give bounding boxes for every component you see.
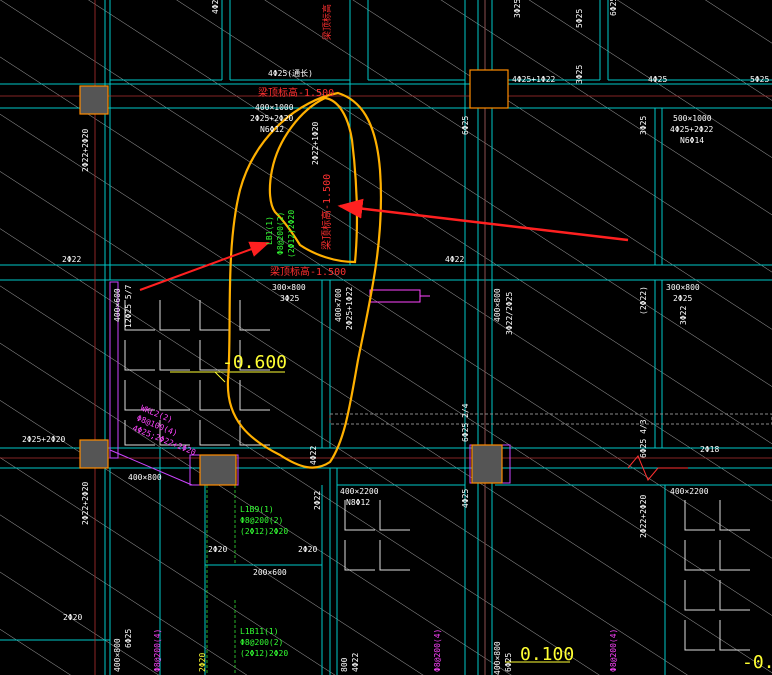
elev-label-vert-top: 梁顶标高: [321, 4, 333, 40]
label-s-2p25: 2Φ25: [673, 294, 692, 303]
label-r-n6p14: N6Φ14: [680, 136, 704, 145]
label-top-5p25: 5Φ25: [750, 75, 769, 84]
label-b-6p25b: 6Φ25: [124, 629, 133, 648]
label-r-rebar: 4Φ25+2Φ22: [670, 125, 714, 134]
label-b-2p25-2p20: 2Φ25+2Φ20: [22, 435, 66, 444]
label-left-2p22-2p20: 2Φ22+2Φ20: [81, 128, 90, 172]
green-lb11: L1B11(1): [240, 627, 279, 636]
label-s-400x800: 400×800: [493, 288, 502, 322]
label-top-vert-d: 3Φ25: [575, 65, 584, 84]
label-b-4p22b: 4Φ22: [351, 653, 360, 672]
label-s-3p22: 3Φ22: [679, 306, 688, 325]
label-b-n8p12: N8Φ12: [346, 498, 370, 507]
label-lp-12p25: 12Φ25 5/7: [124, 284, 133, 328]
green-lb9: L1B9(1): [240, 505, 274, 514]
label-b-2p18: 2Φ18: [700, 445, 719, 454]
label-top-4p25: 4Φ25(通长): [268, 68, 313, 78]
slab-hatch: [0, 0, 772, 675]
label-b-400x800c: 400×800: [493, 641, 502, 675]
slab-elev-right: -0.6: [742, 652, 772, 673]
label-b-6p25c: 6Φ25: [504, 653, 513, 672]
label-b-2p22: 2Φ22: [313, 491, 322, 510]
label-sec-400x1000: 400×1000: [255, 103, 294, 112]
label-b-400x800b: 400×800: [113, 638, 122, 672]
label-b-4p22: 4Φ22: [309, 446, 318, 465]
green-lb11-c: (2Φ12)2Φ20: [240, 649, 288, 658]
label-b-2p20-a: 2Φ20: [208, 545, 227, 554]
label-b-3p25: 3Φ25: [513, 0, 522, 18]
label-b-800: 800: [340, 657, 349, 672]
label-b-2p20-b: 2Φ20: [298, 545, 317, 554]
green-lb1-c: (2Φ12)2Φ20: [287, 210, 296, 258]
slab-elev-0100: 0.100: [520, 644, 574, 665]
label-top-vert-c: 6Φ25: [609, 0, 618, 16]
elev-label-bottom: 梁顶标高-1.500: [270, 265, 346, 278]
green-lb1: LB1(1): [265, 216, 274, 245]
label-s-300x800: 300×800: [272, 283, 306, 292]
label-top-vert-a: 4Φ25: [211, 0, 220, 14]
label-b-2p22-2p20: 2Φ22+2Φ20: [81, 481, 90, 525]
label-top-4p25-1p22: 4Φ25+1Φ22: [512, 75, 556, 84]
label-s-2p22: (2Φ22): [639, 286, 648, 315]
label-b-400x2200: 400×2200: [340, 487, 379, 496]
label-b-400x800: 400×800: [128, 473, 162, 482]
label-c-4p22: 4Φ22: [445, 255, 464, 264]
label-top-vert-b: 5Φ25: [575, 9, 584, 28]
label-b-200x600: 200×600: [253, 568, 287, 577]
label-s-400x700: 400×700: [334, 288, 343, 322]
label-s-300x800b: 300×800: [666, 283, 700, 292]
magenta-v2: Φ8@200(4): [433, 629, 442, 672]
label-l-2p22: 2Φ22: [62, 255, 81, 264]
label-b-2p20-c: 2Φ20: [63, 613, 82, 622]
yellow-vert-label: 2Φ20: [198, 653, 207, 672]
green-lb1-b: Φ8@200(2): [276, 212, 285, 255]
label-r-3p25: 3Φ25: [639, 116, 648, 135]
label-b-2p22-2p20r: 2Φ22+2Φ20: [639, 494, 648, 538]
green-lb11-b: Φ8@200(2): [240, 638, 283, 647]
label-s-3p22-2p25: 3Φ22/2Φ25: [505, 291, 514, 335]
label-r-500x1000: 500×1000: [673, 114, 712, 123]
magenta-v1: Φ8@200(4): [153, 629, 162, 672]
elev-label-mid: 梁顶标高-1.500: [320, 174, 333, 250]
label-b-6p25: 6Φ25 4/3: [639, 419, 648, 458]
label-s-3p25: 3Φ25: [280, 294, 299, 303]
label-b-400x2200r: 400×2200: [670, 487, 709, 496]
label-sec-rebar-a: 2Φ25+2Φ20: [250, 114, 294, 123]
label-top-4p25-b: 4Φ25: [648, 75, 667, 84]
cad-drawing-canvas: 4Φ25(通长) 4Φ25+1Φ22 4Φ25 5Φ25 400×1000 2Φ…: [0, 0, 772, 675]
green-lb9-b: Φ8@200(2): [240, 516, 283, 525]
label-b-6p25-2p22: 6Φ25 2/4: [461, 403, 470, 442]
label-b-4p25: 4Φ25: [461, 489, 470, 508]
slab-elev-0600: -0.600: [222, 352, 287, 373]
elev-label-top: 梁顶标高-1.500: [258, 86, 334, 99]
green-lb9-c: (2Φ12)2Φ20: [240, 527, 288, 536]
label-sec-n6p12: N6Φ12: [260, 125, 284, 134]
magenta-v3: Φ8@200(4): [609, 629, 618, 672]
label-mid-2p22-1p20: 2Φ22+1Φ20: [311, 121, 320, 165]
label-c-6p25: 6Φ25: [461, 116, 470, 135]
label-lp-400x600: 400×600: [113, 288, 122, 322]
label-s-2p25-1p22: 2Φ25+1Φ22: [345, 286, 354, 330]
